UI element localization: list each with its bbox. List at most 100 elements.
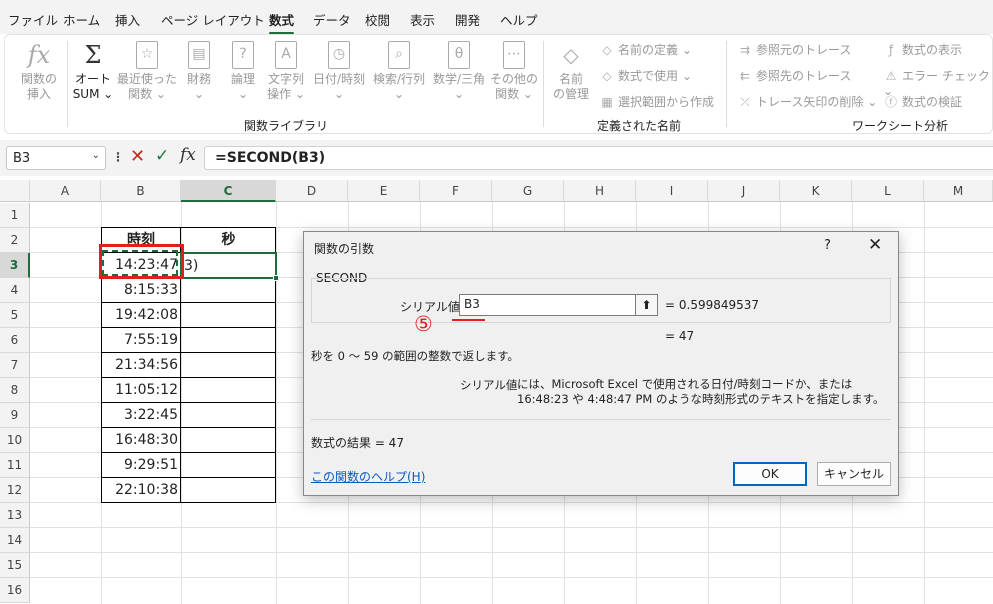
time-cell[interactable]: 7:55:19: [101, 328, 181, 353]
enter-check-icon[interactable]: ✓: [155, 146, 169, 166]
chevron-down-icon[interactable]: ⌄: [92, 150, 100, 161]
row-header-2[interactable]: 2: [0, 228, 30, 253]
tag-icon: ◇: [563, 43, 579, 67]
tab-help[interactable]: ヘルプ: [500, 10, 538, 29]
dialog-title: 関数の引数: [314, 242, 375, 256]
text-button[interactable]: A 文字列 操作 ⌄: [265, 41, 307, 102]
create-from-selection-button[interactable]: ▦ 選択範囲から作成: [599, 93, 714, 110]
row-header-1[interactable]: 1: [0, 203, 30, 228]
time-cell[interactable]: 19:42:08: [101, 303, 181, 328]
ribbon-divider: [726, 41, 727, 127]
column-header-i[interactable]: I: [636, 180, 708, 202]
math-trig-button[interactable]: θ 数学/三角 ⌄: [431, 41, 487, 102]
serial-number-input[interactable]: B3: [459, 294, 658, 316]
formula-bar: B3 ⌄ ⋮ ✕ ✓ fx =SECOND(B3): [0, 140, 993, 176]
column-header-k[interactable]: K: [780, 180, 852, 202]
insert-function-icon[interactable]: fx: [180, 145, 196, 165]
row-header-7[interactable]: 7: [0, 353, 30, 378]
function-description: 秒を 0 〜 59 の範囲の整数で返します。: [311, 349, 519, 363]
column-header-m[interactable]: M: [924, 180, 993, 202]
row-header-9[interactable]: 9: [0, 403, 30, 428]
row-header-6[interactable]: 6: [0, 328, 30, 353]
ok-button[interactable]: OK: [733, 462, 807, 486]
time-cell[interactable]: 16:48:30: [101, 428, 181, 453]
trace-precedents-button[interactable]: ⇉ 参照元のトレース: [737, 41, 851, 58]
name-manager-button[interactable]: ◇ 名前 の管理: [549, 41, 593, 102]
gridline: [30, 577, 993, 578]
tab-data[interactable]: データ: [313, 10, 351, 29]
column-header-g[interactable]: G: [492, 180, 564, 202]
autosum-button[interactable]: Σ オート SUM ⌄: [71, 41, 115, 102]
warning-icon: ⚠: [885, 69, 897, 83]
tab-insert[interactable]: 挿入: [115, 10, 140, 29]
time-cell[interactable]: 11:05:12: [101, 378, 181, 403]
column-header-e[interactable]: E: [348, 180, 420, 202]
use-in-formula-button[interactable]: ◇ 数式で使用 ⌄: [599, 67, 692, 84]
tab-home[interactable]: ホーム: [63, 10, 100, 29]
cancel-icon[interactable]: ✕: [130, 146, 145, 167]
close-icon[interactable]: ✕: [868, 235, 882, 255]
ribbon-divider: [543, 41, 544, 127]
column-header-c[interactable]: C: [181, 180, 276, 202]
active-cell-c3[interactable]: 3): [180, 252, 279, 281]
time-cell[interactable]: 21:34:56: [101, 353, 181, 378]
help-link[interactable]: この関数のヘルプ(H): [311, 468, 425, 485]
column-header-j[interactable]: J: [708, 180, 780, 202]
row-header-3[interactable]: 3: [0, 253, 30, 278]
argument-evaluated-value: = 0.599849537: [665, 298, 760, 312]
column-header-f[interactable]: F: [420, 180, 492, 202]
name-box[interactable]: B3 ⌄: [6, 146, 106, 170]
tab-view[interactable]: 表示: [410, 10, 435, 29]
show-formulas-icon: ƒ: [888, 43, 894, 57]
date-time-button[interactable]: ◷ 日付/時刻 ⌄: [311, 41, 367, 102]
column-header-l[interactable]: L: [852, 180, 924, 202]
column-header-h[interactable]: H: [564, 180, 636, 202]
row-header-11[interactable]: 11: [0, 453, 30, 478]
function-library-group-label: 関数ライブラリ: [244, 119, 329, 133]
argument-description: には、Microsoft Excel で使用される日付/時刻コードか、または 1…: [517, 377, 885, 406]
financial-button[interactable]: ▤ 財務 ⌄: [181, 41, 217, 102]
row-header-12[interactable]: 12: [0, 478, 30, 503]
evaluate-formula-button[interactable]: ⓕ 数式の検証: [883, 93, 962, 110]
lookup-icon: ⌕: [388, 41, 410, 69]
annotation-underline: [452, 319, 485, 321]
insert-function-button[interactable]: 𝑓x 関数の 挿入: [19, 41, 59, 102]
fill-handle[interactable]: [273, 275, 279, 281]
help-icon[interactable]: ?: [824, 238, 831, 253]
formula-input[interactable]: =SECOND(B3): [204, 146, 993, 170]
time-cell[interactable]: 3:22:45: [101, 403, 181, 428]
remove-arrows-button[interactable]: ⤫ トレース矢印の削除 ⌄: [737, 93, 877, 110]
time-cell[interactable]: 8:15:33: [101, 278, 181, 303]
row-header-13[interactable]: 13: [0, 503, 30, 528]
show-formulas-button[interactable]: ƒ 数式の表示: [883, 41, 962, 58]
lookup-reference-button[interactable]: ⌕ 検索/行列 ⌄: [371, 41, 427, 102]
row-header-14[interactable]: 14: [0, 528, 30, 553]
more-icon[interactable]: ⋮: [112, 150, 124, 164]
tab-developer[interactable]: 開発: [455, 10, 480, 29]
logical-button[interactable]: ? 論理 ⌄: [225, 41, 261, 102]
trace-dependents-button[interactable]: ⇇ 参照先のトレース: [737, 67, 851, 84]
tab-formulas[interactable]: 数式: [269, 10, 295, 35]
column-header-d[interactable]: D: [276, 180, 348, 202]
more-functions-button[interactable]: ⋯ その他の 関数 ⌄: [489, 41, 539, 102]
time-cell[interactable]: 22:10:38: [101, 478, 181, 503]
column-header-b[interactable]: B: [101, 180, 181, 202]
row-header-16[interactable]: 16: [0, 578, 30, 603]
row-header-8[interactable]: 8: [0, 378, 30, 403]
collapse-dialog-icon[interactable]: ⬆: [635, 294, 658, 316]
row-header-4[interactable]: 4: [0, 278, 30, 303]
row-header-5[interactable]: 5: [0, 303, 30, 328]
cancel-button[interactable]: キャンセル: [817, 462, 891, 486]
row-header-10[interactable]: 10: [0, 428, 30, 453]
column-header-a[interactable]: A: [30, 180, 101, 202]
tab-file[interactable]: ファイル: [8, 10, 58, 29]
define-name-button[interactable]: ◇ 名前の定義 ⌄: [599, 41, 692, 58]
header-cell-seconds[interactable]: 秒: [181, 228, 276, 253]
ribbon-tab-bar: ファイル ホーム 挿入 ページ レイアウト 数式 データ 校閲 表示 開発 ヘル…: [0, 0, 993, 35]
time-cell[interactable]: 9:29:51: [101, 453, 181, 478]
recently-used-button[interactable]: ☆ 最近使った 関数 ⌄: [117, 41, 177, 102]
row-header-15[interactable]: 15: [0, 553, 30, 578]
select-all-corner[interactable]: [0, 180, 30, 202]
tab-page-layout[interactable]: ページ レイアウト: [161, 10, 265, 29]
tab-review[interactable]: 校閲: [365, 10, 390, 29]
